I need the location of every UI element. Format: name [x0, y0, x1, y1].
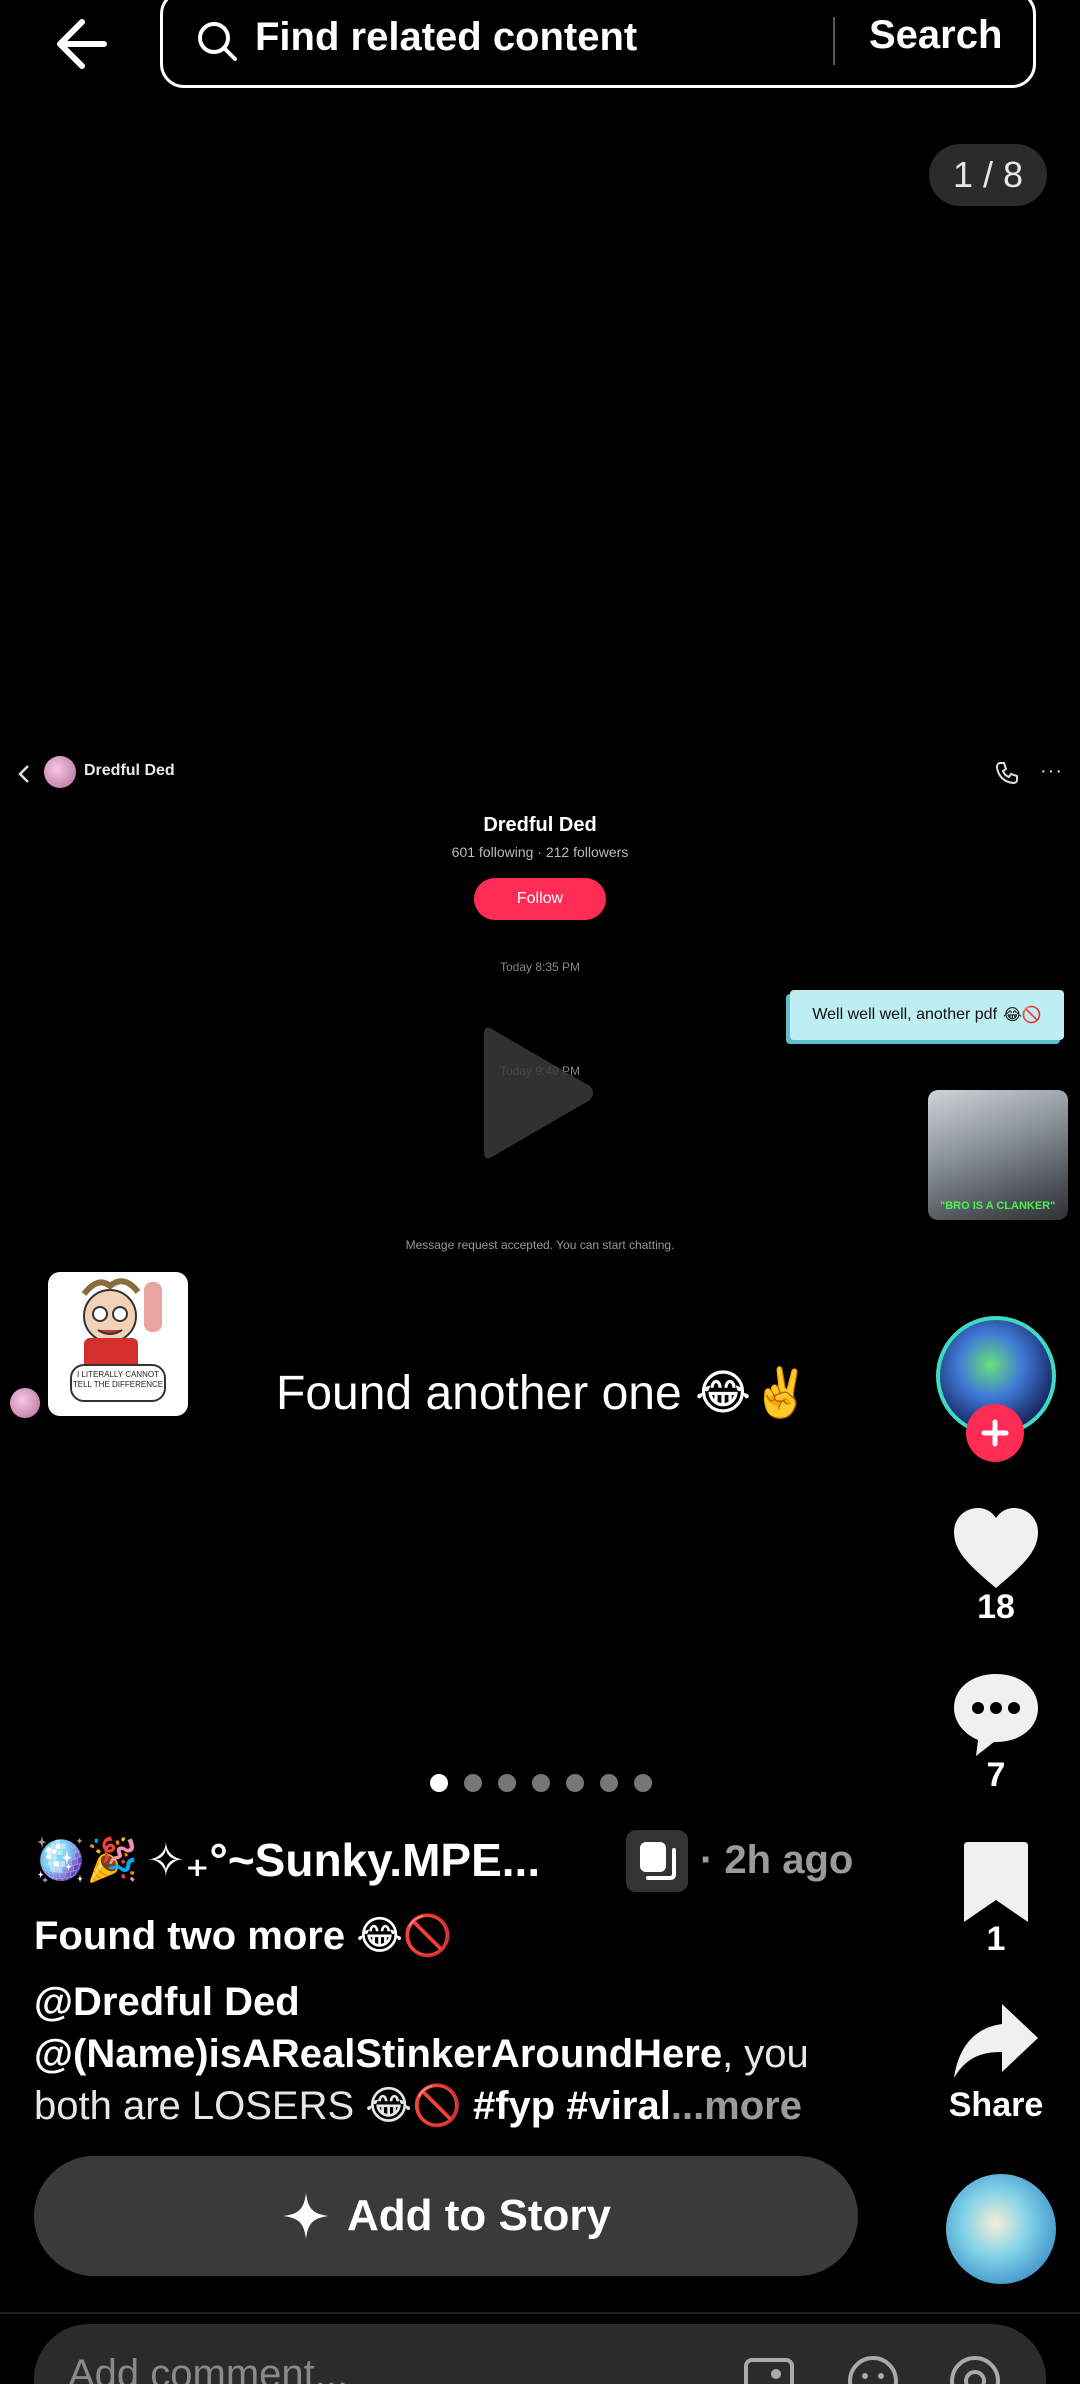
message-emoji: 😂🚫 — [1003, 1007, 1042, 1024]
carousel-dot[interactable] — [566, 1774, 584, 1792]
photo-counter: 1 / 8 — [929, 144, 1047, 206]
sparkle-icon — [283, 2193, 329, 2239]
profile-name: Dredful Ded — [483, 814, 597, 836]
overlay-caption: Found another one 😂✌️ — [276, 1367, 811, 1420]
chevron-left-icon — [18, 765, 29, 783]
message-bubble: Well well well, another pdf 😂🚫 — [790, 990, 1064, 1040]
play-icon[interactable] — [478, 1018, 598, 1168]
follow-plus-button[interactable] — [966, 1404, 1024, 1462]
search-bar[interactable]: Find related content Search — [160, 0, 1036, 88]
search-divider — [833, 17, 835, 65]
share-label[interactable]: Share — [920, 2086, 1072, 2125]
comment-icon[interactable] — [950, 1668, 1042, 1760]
add-to-story-button[interactable]: Add to Story — [34, 2156, 858, 2276]
chat-name: Dredful Ded — [84, 762, 175, 779]
profile-stats: 601 following · 212 followers — [451, 844, 629, 860]
image-icon[interactable] — [740, 2352, 798, 2384]
video-thumbnail: "BRO IS A CLANKER" — [928, 1090, 1068, 1220]
mention-link[interactable]: @(Name)isARealStinkerAroundHere — [34, 2032, 722, 2076]
avatar — [10, 1388, 40, 1418]
comment-bar[interactable]: Add comment... — [34, 2324, 1046, 2384]
photo-mode-icon — [626, 1830, 688, 1892]
meme-caption: I LITERALLY CANNOT TELL THE DIFFERENCE — [70, 1364, 166, 1402]
mention-icon[interactable] — [946, 2352, 1004, 2384]
post-time: · 2h ago — [700, 1838, 854, 1882]
share-icon[interactable] — [950, 1996, 1042, 2088]
embedded-chat-screenshot: Dredful Ded ··· Dredful Ded 601 followin… — [0, 752, 1080, 1272]
carousel-dot[interactable] — [634, 1774, 652, 1792]
search-input[interactable]: Find related content — [255, 15, 637, 60]
post-description[interactable]: @Dredful Ded @(Name)isARealStinkerAround… — [34, 1976, 894, 2132]
like-count: 18 — [977, 1588, 1015, 1626]
save-count: 1 — [986, 1920, 1006, 1958]
hashtags[interactable]: #fyp #viral — [473, 2084, 671, 2128]
heart-icon[interactable] — [950, 1504, 1042, 1596]
phone-icon — [995, 762, 1018, 785]
carousel-dot[interactable] — [532, 1774, 550, 1792]
meme-sticker: I LITERALLY CANNOT TELL THE DIFFERENCE — [48, 1272, 188, 1416]
add-to-story-label: Add to Story — [347, 2191, 611, 2240]
mention-link[interactable]: @Dredful Ded — [34, 1980, 300, 2024]
carousel-dot[interactable] — [600, 1774, 618, 1792]
back-arrow-icon[interactable] — [48, 8, 120, 80]
author-emoji: 🪩🎉 — [34, 1835, 139, 1883]
divider — [0, 2312, 1080, 2314]
search-button[interactable]: Search — [869, 13, 1002, 58]
bookmark-icon[interactable] — [950, 1836, 1042, 1928]
copy-icon — [640, 1842, 676, 1880]
author-row[interactable]: 🪩🎉 ✧₊°~Sunky.MPE... — [34, 1830, 540, 1890]
carousel-dot[interactable] — [498, 1774, 516, 1792]
more-icon: ··· — [1040, 760, 1063, 782]
music-disc[interactable] — [946, 2174, 1056, 2284]
avatar — [44, 756, 76, 788]
message-text: Well well well, another pdf — [812, 1006, 998, 1023]
plus-icon — [981, 1419, 1009, 1447]
thumbnail-caption: "BRO IS A CLANKER" — [940, 1200, 1056, 1212]
carousel-dots — [430, 1774, 652, 1792]
comment-count: 7 — [986, 1756, 1006, 1794]
comment-input[interactable]: Add comment... — [68, 2352, 348, 2384]
timestamp: Today 8:35 PM — [499, 960, 581, 974]
author-name[interactable]: ✧₊°~Sunky.MPE... — [147, 1833, 541, 1887]
more-link[interactable]: ...more — [671, 2084, 802, 2128]
search-icon — [198, 22, 237, 61]
request-accepted-note: Message request accepted. You can start … — [405, 1238, 675, 1252]
carousel-dot[interactable] — [464, 1774, 482, 1792]
emoji-icon[interactable] — [844, 2352, 902, 2384]
post-title: Found two more 😂🚫 — [34, 1914, 453, 1958]
follow-button-image: Follow — [474, 878, 606, 920]
carousel-dot[interactable] — [430, 1774, 448, 1792]
